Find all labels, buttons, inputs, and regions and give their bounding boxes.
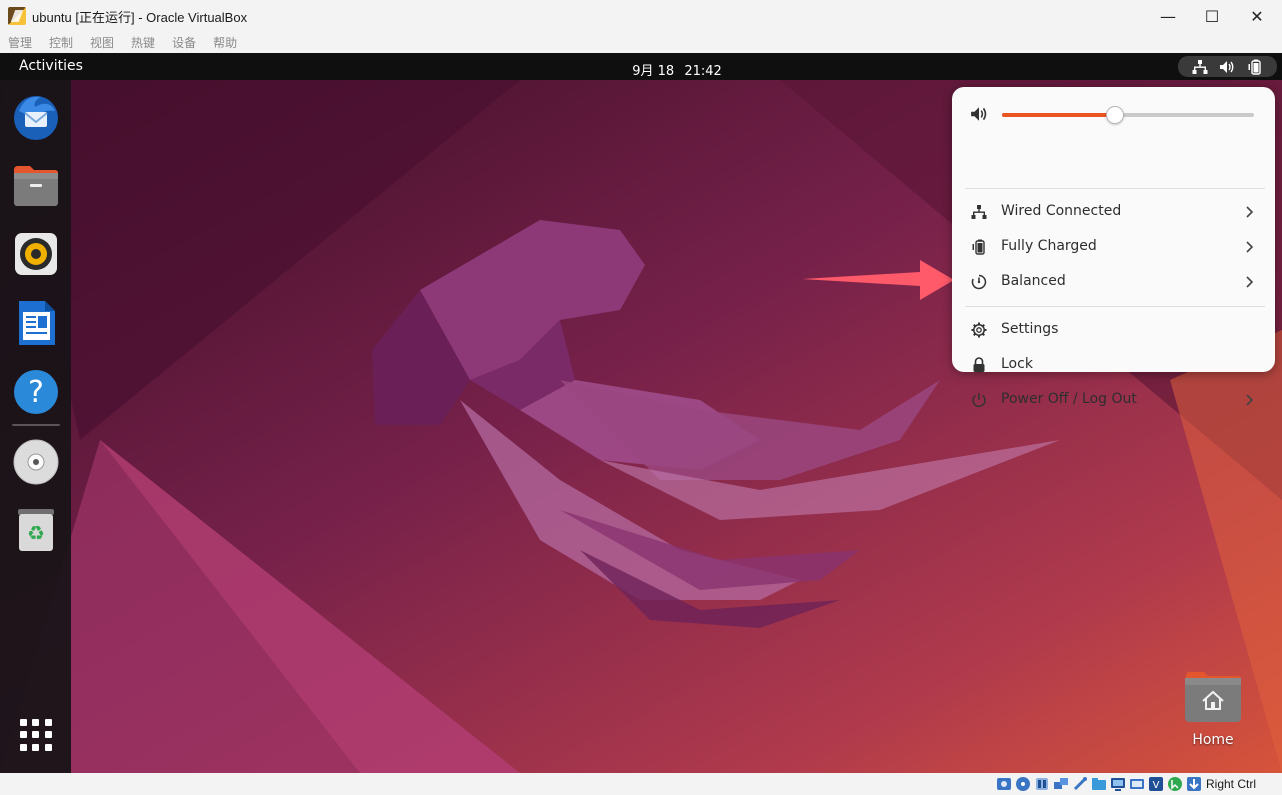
- mouse-integration-icon[interactable]: [1167, 776, 1183, 792]
- show-apps-icon[interactable]: [20, 719, 52, 751]
- svg-text:V: V: [1153, 780, 1160, 791]
- volume-slider-fill: [1002, 113, 1116, 117]
- optical-drive-icon[interactable]: [1015, 776, 1031, 792]
- vbox-menubar: 管理 控制 视图 热键 设备 帮助: [0, 32, 1282, 53]
- power-profile-icon: [969, 272, 989, 292]
- help-icon[interactable]: ?: [11, 367, 61, 417]
- clock-date: 9月 18: [632, 64, 675, 79]
- menu-item-label: Settings: [1001, 321, 1059, 337]
- clock-button[interactable]: 9月 18 21:42: [0, 60, 1282, 79]
- files-icon[interactable]: [11, 160, 61, 210]
- chevron-right-icon: [1242, 390, 1258, 410]
- volume-slider-thumb[interactable]: [1106, 106, 1125, 124]
- volume-icon: [970, 106, 988, 126]
- close-button[interactable]: ✕: [1234, 0, 1280, 32]
- maximize-button[interactable]: ☐: [1189, 0, 1235, 32]
- ubuntu-dock: ? ♻: [0, 80, 71, 773]
- volume-icon: [1218, 59, 1236, 75]
- minimize-button[interactable]: —: [1145, 0, 1191, 32]
- menu-view[interactable]: 视图: [90, 34, 114, 51]
- audio-icon[interactable]: [1034, 776, 1050, 792]
- rhythmbox-icon[interactable]: [11, 229, 61, 279]
- dock-separator: [12, 424, 60, 426]
- menu-item-settings[interactable]: Settings: [965, 313, 1265, 347]
- thunderbird-icon[interactable]: [11, 91, 61, 141]
- power-icon: [969, 390, 989, 410]
- virtualization-icon[interactable]: V: [1148, 776, 1164, 792]
- menu-item-label: Wired Connected: [1001, 203, 1122, 219]
- chevron-right-icon: [1242, 202, 1258, 222]
- menu-item-lock[interactable]: Lock: [965, 348, 1265, 382]
- svg-text:?: ?: [28, 375, 44, 410]
- shared-folder-icon[interactable]: [1091, 776, 1107, 792]
- gnome-top-bar: Activities 9月 18 21:42: [0, 53, 1282, 80]
- battery-icon: [969, 237, 989, 257]
- trash-icon[interactable]: ♻: [11, 504, 61, 554]
- window-titlebar: ubuntu [正在运行] - Oracle VirtualBox — ☐ ✕: [0, 0, 1282, 32]
- menu-item-battery[interactable]: Fully Charged: [965, 230, 1265, 264]
- menu-hotkey[interactable]: 热键: [131, 34, 155, 51]
- recording-icon[interactable]: [1129, 776, 1145, 792]
- svg-text:♻: ♻: [27, 521, 45, 545]
- menu-control[interactable]: 控制: [49, 34, 73, 51]
- volume-slider[interactable]: [1002, 106, 1254, 124]
- menu-item-power-off[interactable]: Power Off / Log Out: [965, 383, 1265, 417]
- network-icon[interactable]: [1053, 776, 1069, 792]
- battery-icon: [1246, 59, 1264, 75]
- home-folder-label: Home: [1192, 732, 1234, 748]
- libreoffice-writer-icon[interactable]: [11, 298, 61, 348]
- guest-screen: Activities 9月 18 21:42 ? ♻ Home Wired Co…: [0, 53, 1282, 773]
- menu-item-label: Fully Charged: [1001, 238, 1097, 254]
- menu-item-wired[interactable]: Wired Connected: [965, 195, 1265, 229]
- usb-icon[interactable]: [1072, 776, 1088, 792]
- display-icon[interactable]: [1110, 776, 1126, 792]
- network-wired-icon: [969, 202, 989, 222]
- vbox-statusbar: V Right Ctrl: [0, 773, 1282, 795]
- keyboard-capture-icon[interactable]: [1186, 776, 1202, 792]
- quick-settings-menu: Wired Connected Fully Charged Balanced S…: [952, 87, 1275, 408]
- host-key-label: Right Ctrl: [1206, 777, 1257, 791]
- system-tray[interactable]: [1178, 56, 1277, 77]
- network-wired-icon: [1191, 59, 1209, 75]
- virtualbox-app-icon: [8, 7, 26, 25]
- menu-separator: [965, 306, 1265, 307]
- annotation-arrow: [802, 260, 954, 300]
- home-folder-icon[interactable]: [1184, 668, 1242, 723]
- lock-icon: [969, 355, 989, 375]
- menu-devices[interactable]: 设备: [172, 34, 196, 51]
- chevron-right-icon: [1242, 272, 1258, 292]
- chevron-right-icon: [1242, 237, 1258, 257]
- menu-item-label: Power Off / Log Out: [1001, 391, 1137, 407]
- menu-manage[interactable]: 管理: [8, 34, 32, 51]
- menu-item-power-profile[interactable]: Balanced: [965, 265, 1265, 299]
- window-title: ubuntu [正在运行] - Oracle VirtualBox: [32, 9, 248, 25]
- menu-item-label: Lock: [1001, 356, 1033, 372]
- gear-icon: [969, 320, 989, 340]
- clock-time: 21:42: [684, 64, 722, 79]
- hard-disk-icon[interactable]: [996, 776, 1012, 792]
- status-icons: V: [996, 776, 1202, 792]
- menu-separator: [965, 188, 1265, 189]
- volume-row: [970, 103, 1260, 127]
- menu-help[interactable]: 帮助: [213, 34, 237, 51]
- dvd-drive-icon[interactable]: [11, 437, 61, 487]
- menu-item-label: Balanced: [1001, 273, 1066, 289]
